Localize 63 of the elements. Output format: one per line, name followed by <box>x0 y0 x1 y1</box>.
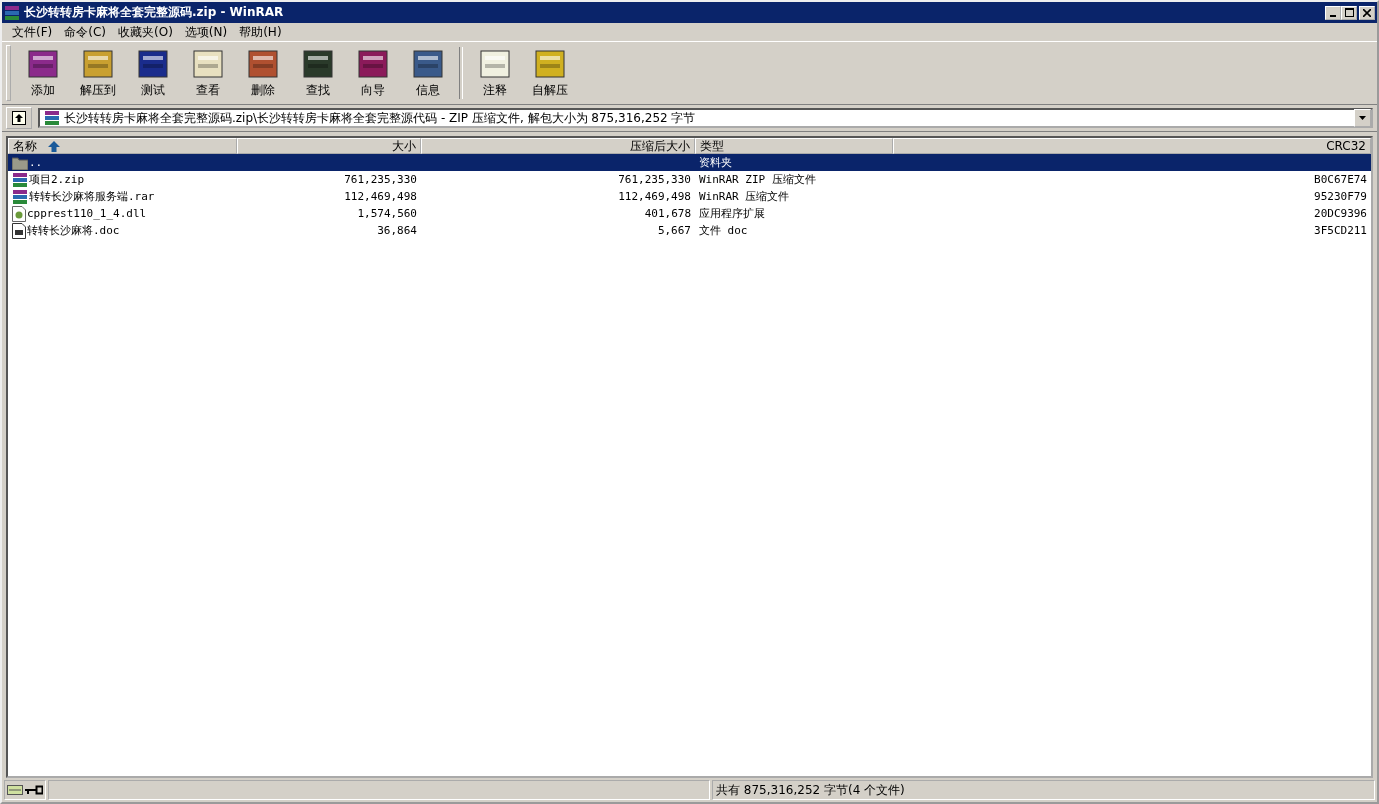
packed-size: 112,469,498 <box>618 190 691 203</box>
column-header[interactable]: 大小 <box>237 138 421 154</box>
address-combobox[interactable]: 长沙转转房卡麻将全套完整源码.zip\长沙转转房卡麻将全套完整源代码 - ZIP 压缩文件, 解包大小为 875,316,252 字节 <box>38 108 1373 128</box>
minimize-button[interactable] <box>1325 5 1341 20</box>
file-name: 转转长沙麻将.doc <box>27 223 120 238</box>
file-row[interactable]: 转转长沙麻将.doc 36,864 5,667 文件 doc 3F5CD211 <box>8 222 1371 239</box>
window-title: 长沙转转房卡麻将全套完整源码.zip - WinRAR <box>24 4 285 21</box>
file-size: 112,469,498 <box>344 190 417 203</box>
toolbar-button[interactable]: 测试 <box>125 44 180 102</box>
toolbar-button[interactable]: 注释 <box>467 44 522 102</box>
close-icon <box>1363 8 1371 17</box>
toolbar-button[interactable]: 查看 <box>180 44 235 102</box>
packed-size: 5,667 <box>657 224 691 237</box>
toolbar-button[interactable]: 信息 <box>400 44 455 102</box>
toolbar-button[interactable]: 删除 <box>235 44 290 102</box>
close-button[interactable] <box>1359 5 1375 20</box>
crc-value: B0C67E74 <box>1314 173 1367 186</box>
file-size: 36,864 <box>377 224 417 237</box>
file-name: cpprest110_1_4.dll <box>27 207 147 220</box>
toolbar-button[interactable]: 解压到 <box>70 44 125 102</box>
crc-value: 3F5CD211 <box>1314 224 1367 237</box>
maximize-button[interactable] <box>1341 5 1357 20</box>
document-icon <box>12 222 26 239</box>
column-header[interactable]: 类型 <box>695 138 893 154</box>
file-row[interactable]: .. 资料夹 <box>8 154 1371 171</box>
file-type: 文件 doc <box>699 223 748 238</box>
sort-up-icon <box>48 140 60 152</box>
toolbar-button[interactable]: 查找 <box>290 44 345 102</box>
file-name: 项目2.zip <box>29 172 85 187</box>
column-header[interactable]: CRC32 <box>893 138 1371 154</box>
crc-value: 20DC9396 <box>1314 207 1367 220</box>
toolbar-button[interactable]: 向导 <box>345 44 400 102</box>
crc-value: 95230F79 <box>1314 190 1367 203</box>
key-icon <box>25 785 43 795</box>
menu-item[interactable]: 命令(C) <box>58 23 112 41</box>
column-header[interactable]: 名称 <box>8 138 237 154</box>
toolbar-button[interactable]: 添加 <box>15 44 70 102</box>
file-type: WinRAR ZIP 压缩文件 <box>699 172 816 187</box>
status-text: 共有 875,316,252 字节(4 个文件) <box>716 781 905 799</box>
file-size: 1,574,560 <box>357 207 417 220</box>
packed-size: 761,235,330 <box>618 173 691 186</box>
minimize-icon <box>1330 14 1336 17</box>
up-arrow-icon <box>12 111 26 125</box>
file-size: 761,235,330 <box>344 173 417 186</box>
menu-item[interactable]: 收藏夹(O) <box>112 23 179 41</box>
dropdown-button[interactable] <box>1354 109 1371 127</box>
toolbar-button[interactable]: 自解压 <box>522 44 577 102</box>
caret-icon <box>1359 116 1366 120</box>
menu-item[interactable]: 帮助(H) <box>233 23 288 41</box>
file-row[interactable]: 项目2.zip 761,235,330 761,235,330 WinRAR ZIP 压缩文件 B0C67E74 <box>8 171 1371 188</box>
file-row[interactable]: 转转长沙麻将服务端.rar 112,469,498 112,469,498 WinRAR 压缩文件 95230F79 <box>8 188 1371 205</box>
menu-item[interactable]: 文件(F) <box>6 23 59 41</box>
file-name: 转转长沙麻将服务端.rar <box>29 189 155 204</box>
column-header[interactable]: 压缩后大小 <box>421 138 695 154</box>
file-type: 资料夹 <box>699 155 732 170</box>
file-type: WinRAR 压缩文件 <box>699 189 790 204</box>
up-folder-button[interactable] <box>6 107 32 129</box>
file-name: .. <box>29 156 43 169</box>
file-row[interactable]: cpprest110_1_4.dll 1,574,560 401,678 应用程序扩展 20DC9396 <box>8 205 1371 222</box>
menu-item[interactable]: 选项(N) <box>178 23 234 41</box>
file-type: 应用程序扩展 <box>699 206 765 221</box>
maximize-icon <box>1344 8 1354 17</box>
packed-size: 401,678 <box>644 207 691 220</box>
